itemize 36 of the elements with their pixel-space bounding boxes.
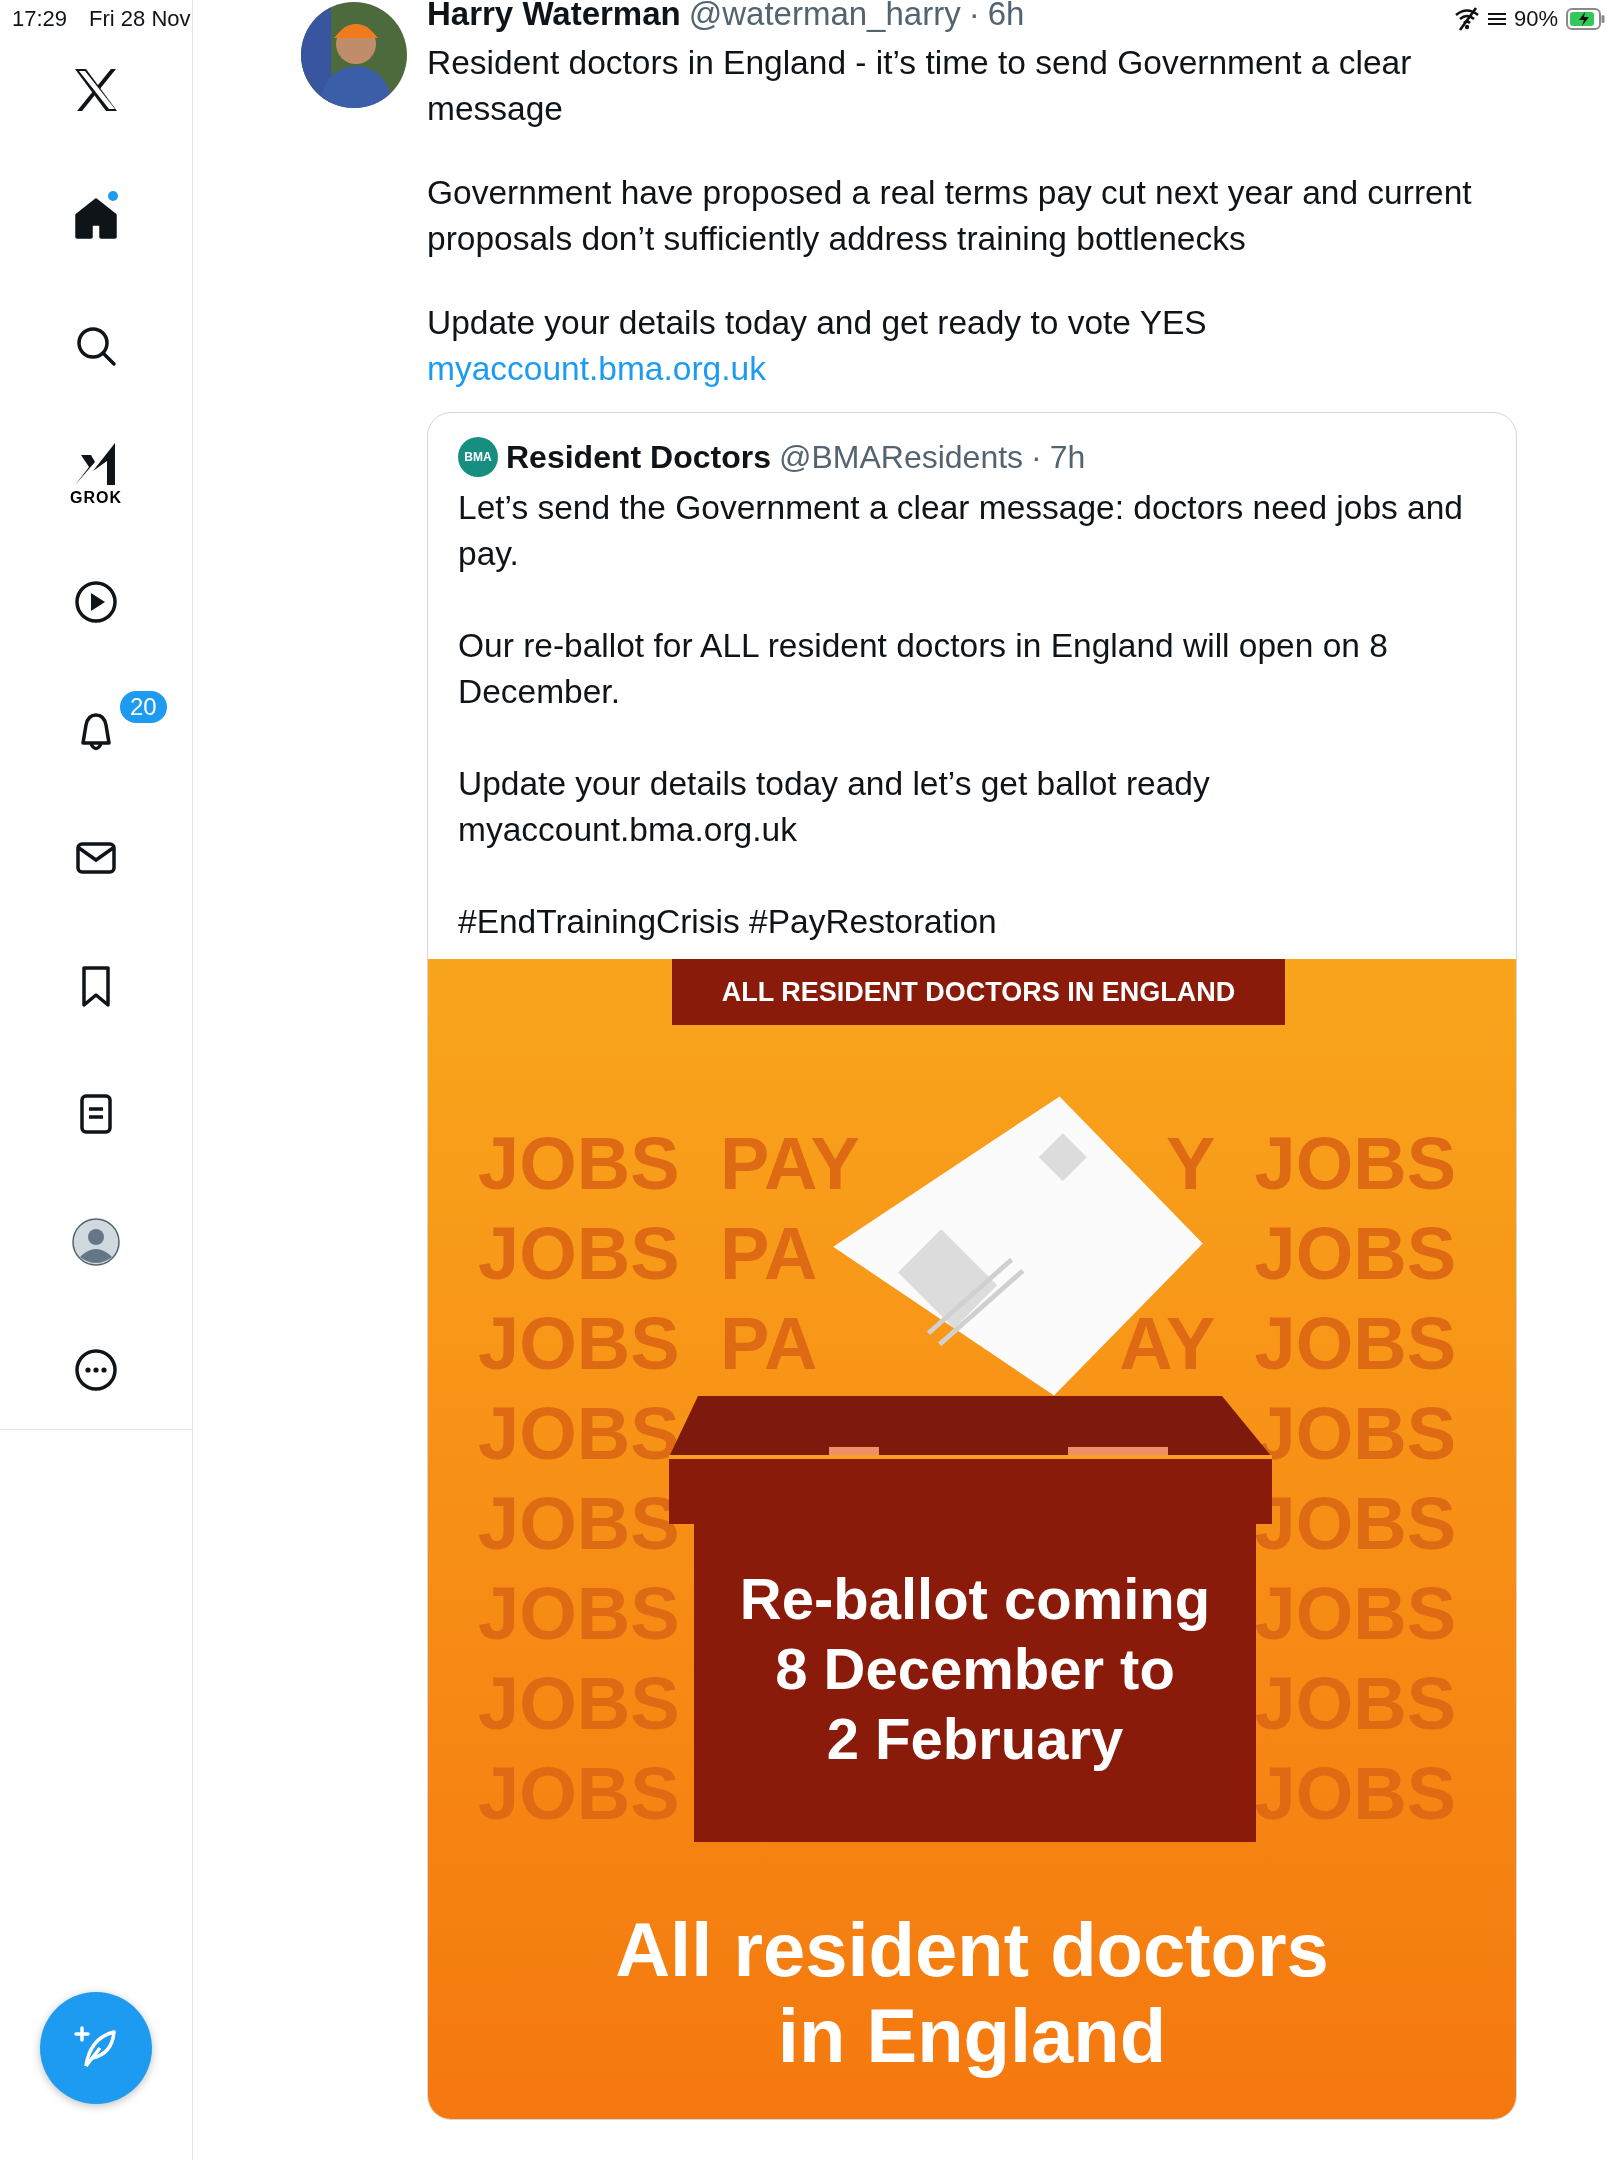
compose-button[interactable] (40, 1992, 152, 2104)
post-text: Government have proposed a real terms pay cut next year and current proposals don’t sufficiently address training bottlenecks (427, 173, 1473, 259)
wifi-off-icon (1453, 7, 1480, 31)
separator-dot: · (968, 0, 980, 32)
graphic-caption: All resident doctors (615, 1907, 1329, 1993)
separator-dot: · (1031, 438, 1042, 476)
status-time: 17:29 (12, 6, 68, 32)
graphic-caption: in England (777, 1993, 1167, 2079)
author-name[interactable]: Harry Waterman (427, 0, 681, 32)
author-handle: @BMAResidents (778, 438, 1024, 476)
post-text: Update your details today and get ready to vote YES (427, 303, 1208, 343)
graphic-headline: 8 December to (775, 1635, 1175, 1703)
post-text: Let’s send the Government a clear message: doctors need jobs and pay. (458, 488, 1464, 574)
battery-icon (1566, 8, 1606, 30)
status-date: Fri 28 Nov (89, 6, 191, 32)
post-time: 7h (1049, 438, 1086, 476)
headline-banner: ALL RESIDENT DOCTORS IN ENGLAND (672, 959, 1285, 1025)
author-handle[interactable]: @waterman_harry (688, 0, 961, 32)
graphic-headline: 2 February (826, 1705, 1124, 1773)
post-time[interactable]: 6h (987, 0, 1025, 32)
post-text: #EndTrainingCrisis #PayRestoration (458, 902, 998, 942)
search-icon[interactable] (74, 324, 118, 368)
battery-percent: 90% (1513, 6, 1558, 32)
list-icon (1487, 12, 1506, 26)
play-icon[interactable] (73, 579, 119, 625)
quoted-post[interactable] (427, 412, 1517, 2120)
post-text: Resident doctors in England - it’s time to send Government a clear message (427, 43, 1413, 129)
graphic-headline: Re-ballot coming (739, 1565, 1211, 1633)
author-name: Resident Doctors (506, 438, 771, 476)
profile-icon[interactable] (71, 1217, 121, 1267)
more-icon[interactable] (73, 1347, 119, 1393)
post-text: Our re-ballot for ALL resident doctors in England will open on 8 December. (458, 626, 1389, 712)
home-icon[interactable] (73, 195, 119, 241)
notification-count: 20 (120, 691, 167, 723)
post-text: Update your details today and let’s get ballot ready myaccount.bma.org.uk (458, 764, 1211, 850)
account-avatar: BMA (458, 437, 498, 477)
